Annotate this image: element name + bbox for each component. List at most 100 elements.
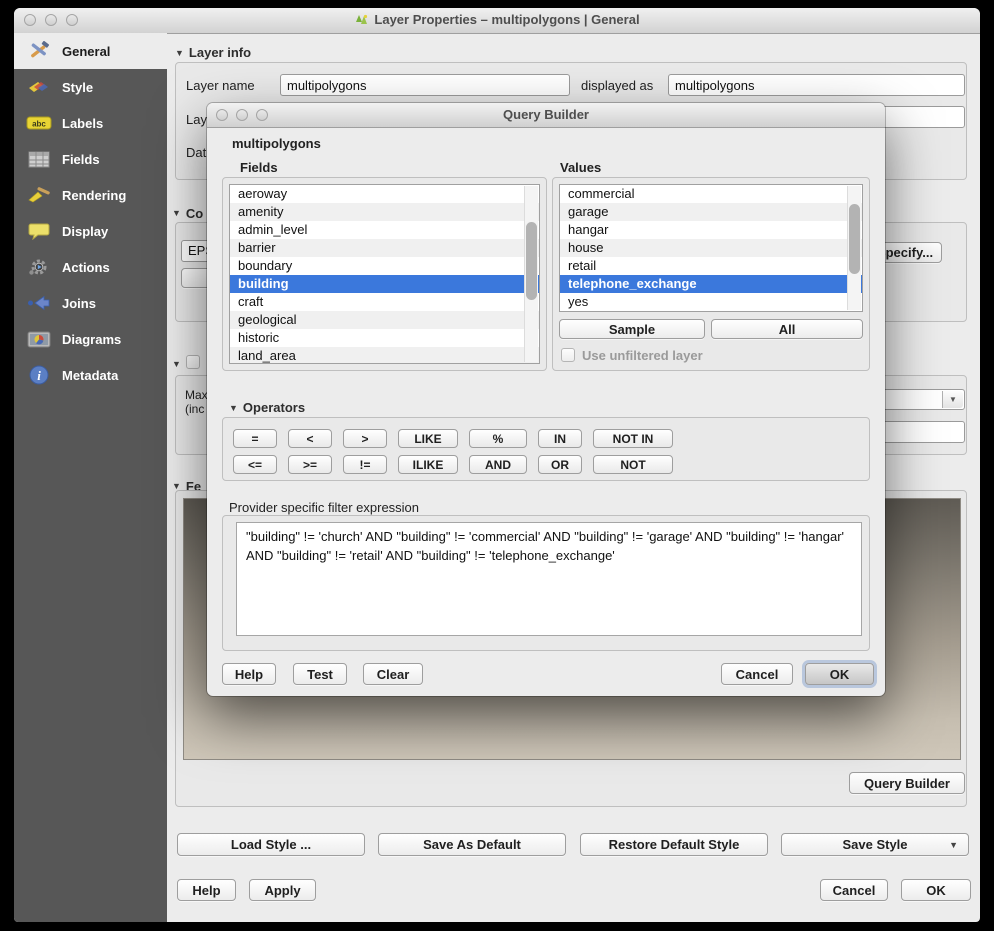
operator-button-<[interactable]: < <box>288 429 332 448</box>
layer-info-header[interactable]: ▼Layer info <box>175 45 251 60</box>
fields-list: aerowayamenityadmin_levelbarrierboundary… <box>229 184 540 364</box>
sidebar-item-label: Actions <box>62 260 110 275</box>
layer-properties-window: Layer Properties – multipolygons | Gener… <box>14 8 980 922</box>
test-button[interactable]: Test <box>293 663 347 685</box>
help-button[interactable]: Help <box>222 663 276 685</box>
ok-button[interactable]: OK <box>805 663 874 685</box>
fields-scrollbar[interactable] <box>524 186 538 362</box>
chevron-down-icon: ▼ <box>949 840 958 850</box>
values-label: Values <box>560 160 601 175</box>
operator-button-like[interactable]: LIKE <box>398 429 458 448</box>
list-item[interactable]: boundary <box>230 257 539 275</box>
save-as-default-button[interactable]: Save As Default <box>378 833 566 856</box>
speech-bubble-icon <box>24 219 54 243</box>
operator-button->[interactable]: > <box>343 429 387 448</box>
dialog-titlebar[interactable]: Query Builder <box>207 103 885 128</box>
collapse-triangle-icon: ▼ <box>172 208 181 218</box>
list-item[interactable]: craft <box>230 293 539 311</box>
list-item[interactable]: garage <box>560 203 862 221</box>
cancel-button[interactable]: Cancel <box>820 879 888 901</box>
operator-button->=[interactable]: >= <box>288 455 332 474</box>
abc-tag-icon: abc <box>24 111 54 135</box>
scrollbar-thumb[interactable] <box>849 204 860 274</box>
displayed-as-input[interactable] <box>668 74 965 96</box>
list-item[interactable]: house <box>560 239 862 257</box>
list-item[interactable]: retail <box>560 257 862 275</box>
table-icon <box>24 147 54 171</box>
list-item[interactable]: land_area <box>230 347 539 364</box>
sidebar-item-fields[interactable]: Fields <box>14 141 167 177</box>
desktop-background: Layer Properties – multipolygons | Gener… <box>0 0 994 931</box>
query-builder-dialog: Query Builder multipolygons Fields aerow… <box>207 103 885 696</box>
scale-visibility-header[interactable]: ▼ <box>172 356 186 371</box>
list-item[interactable]: yes <box>560 293 862 311</box>
help-button[interactable]: Help <box>177 879 236 901</box>
operator-button-and[interactable]: AND <box>469 455 527 474</box>
restore-default-style-button[interactable]: Restore Default Style <box>580 833 768 856</box>
window-titlebar[interactable]: Layer Properties – multipolygons | Gener… <box>14 8 980 34</box>
cancel-button[interactable]: Cancel <box>721 663 793 685</box>
sidebar-item-rendering[interactable]: Rendering <box>14 177 167 213</box>
collapse-triangle-icon: ▼ <box>229 403 238 413</box>
chevron-down-icon[interactable]: ▼ <box>942 391 963 408</box>
operator-button-ilike[interactable]: ILIKE <box>398 455 458 474</box>
sidebar-item-actions[interactable]: Actions <box>14 249 167 285</box>
sample-button[interactable]: Sample <box>559 319 705 339</box>
operators-header[interactable]: ▼Operators <box>229 400 305 415</box>
list-item[interactable]: admin_level <box>230 221 539 239</box>
scale-visibility-checkbox[interactable] <box>186 355 200 369</box>
sidebar-item-label: General <box>62 44 110 59</box>
dialog-title: Query Builder <box>207 107 885 122</box>
sidebar-item-display[interactable]: Display <box>14 213 167 249</box>
query-builder-button[interactable]: Query Builder <box>849 772 965 794</box>
operator-button-!=[interactable]: != <box>343 455 387 474</box>
operator-button-<=[interactable]: <= <box>233 455 277 474</box>
sidebar-item-label: Diagrams <box>62 332 121 347</box>
sidebar-item-label: Display <box>62 224 108 239</box>
brush-icon <box>24 183 54 207</box>
clear-button[interactable]: Clear <box>363 663 423 685</box>
list-item[interactable]: commercial <box>560 185 862 203</box>
chart-icon <box>24 327 54 351</box>
svg-text:i: i <box>37 368 41 383</box>
sidebar-item-diagrams[interactable]: Diagrams <box>14 321 167 357</box>
values-scrollbar[interactable] <box>847 186 861 310</box>
apply-button[interactable]: Apply <box>249 879 316 901</box>
list-item[interactable]: historic <box>230 329 539 347</box>
list-item[interactable]: building <box>230 275 539 293</box>
sidebar-item-metadata[interactable]: i Metadata <box>14 357 167 393</box>
operator-button-not-in[interactable]: NOT IN <box>593 429 673 448</box>
fields-label: Fields <box>240 160 278 175</box>
operator-button-%[interactable]: % <box>469 429 527 448</box>
sidebar-item-joins[interactable]: Joins <box>14 285 167 321</box>
list-item[interactable]: geological <box>230 311 539 329</box>
svg-text:abc: abc <box>32 120 46 129</box>
list-item[interactable]: telephone_exchange <box>560 275 862 293</box>
window-title: Layer Properties – multipolygons | Gener… <box>14 12 980 27</box>
list-item[interactable]: hangar <box>560 221 862 239</box>
list-item[interactable]: barrier <box>230 239 539 257</box>
list-item[interactable]: amenity <box>230 203 539 221</box>
filter-expression-input[interactable]: "building" != 'church' AND "building" !=… <box>236 522 862 636</box>
sidebar-item-label: Joins <box>62 296 96 311</box>
load-style-button[interactable]: Load Style ... <box>177 833 365 856</box>
operator-button-in[interactable]: IN <box>538 429 582 448</box>
scrollbar-thumb[interactable] <box>526 222 537 300</box>
use-unfiltered-checkbox[interactable] <box>561 348 575 362</box>
operator-button-or[interactable]: OR <box>538 455 582 474</box>
sidebar-item-label: Rendering <box>62 188 126 203</box>
sidebar-item-general[interactable]: General <box>14 33 167 69</box>
sidebar-item-labels[interactable]: abcLabels <box>14 105 167 141</box>
sidebar-item-style[interactable]: Style <box>14 69 167 105</box>
all-button[interactable]: All <box>711 319 863 339</box>
list-item[interactable]: aeroway <box>230 185 539 203</box>
save-style-button[interactable]: Save Style▼ <box>781 833 969 856</box>
operators-groupbox: = < > LIKE% IN NOT IN <= >= != ILIKE AND OR NOT <box>222 417 870 481</box>
crs-header[interactable]: ▼Co <box>172 205 203 221</box>
layer-name-input[interactable] <box>280 74 570 96</box>
ok-button[interactable]: OK <box>901 879 971 901</box>
sidebar-item-label: Metadata <box>62 368 118 383</box>
operator-button-not[interactable]: NOT <box>593 455 673 474</box>
operator-button-=[interactable]: = <box>233 429 277 448</box>
paintbrush-icon <box>24 75 54 99</box>
